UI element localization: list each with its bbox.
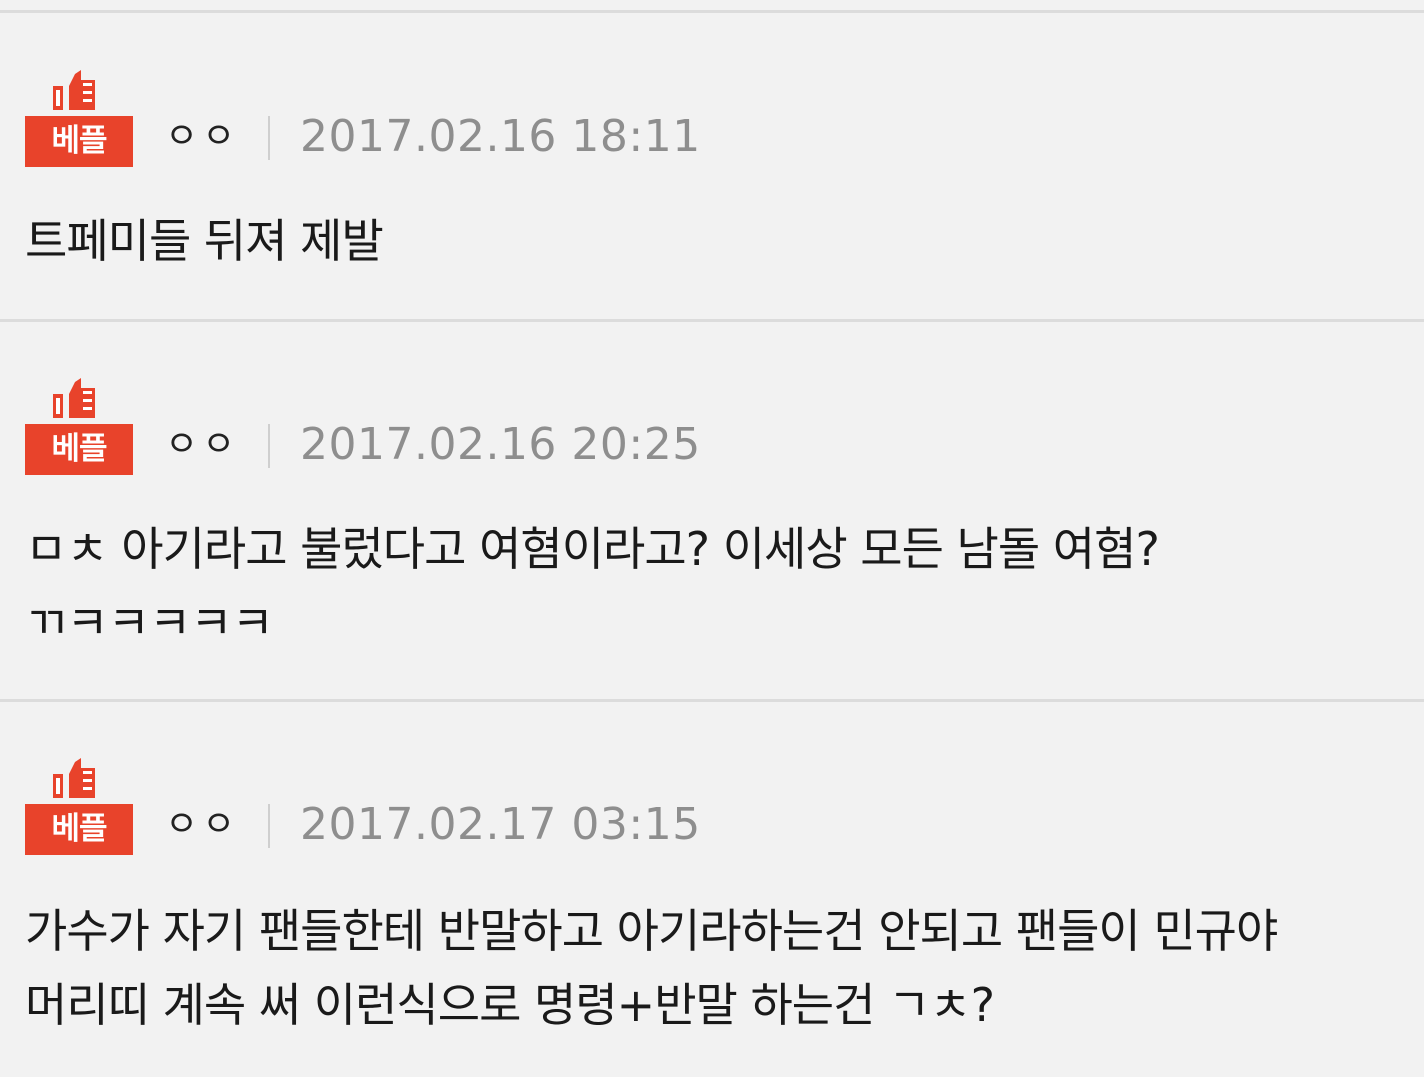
badge-label: 베플 bbox=[51, 431, 107, 467]
comment-text: 트페미들 뒤져 제발 bbox=[25, 214, 384, 268]
username[interactable]: ㅇㅇ bbox=[165, 112, 239, 162]
comment-meta: 베플 ㅇㅇ 2017.02.16 20:25 bbox=[25, 374, 1385, 484]
meta-separator bbox=[268, 116, 270, 160]
best-reply-badge: 베플 bbox=[25, 374, 133, 482]
comment-text: ㅁㅊ 아기라고 불렀다고 여혐이라고? 이세상 모든 남돌 여혐?ㄲㅋㅋㅋㅋㅋ bbox=[25, 522, 1160, 650]
timestamp: 2017.02.16 20:25 bbox=[300, 419, 701, 470]
best-reply-badge: 베플 bbox=[25, 66, 133, 174]
best-reply-badge: 베플 bbox=[25, 754, 133, 862]
username[interactable]: ㅇㅇ bbox=[165, 800, 239, 850]
username[interactable]: ㅇㅇ bbox=[165, 420, 239, 470]
badge-label: 베플 bbox=[51, 811, 107, 847]
badge-label: 베플 bbox=[51, 123, 107, 159]
timestamp: 2017.02.17 03:15 bbox=[300, 799, 701, 850]
comment-meta: 베플 ㅇㅇ 2017.02.17 03:15 bbox=[25, 754, 1385, 864]
divider bbox=[0, 699, 1424, 702]
meta-separator bbox=[268, 804, 270, 848]
meta-separator bbox=[268, 424, 270, 468]
comment-feed: 베플 ㅇㅇ 2017.02.16 18:11 트페미들 뒤져 제발 베플 ㅇㅇ … bbox=[0, 0, 1424, 1077]
divider bbox=[0, 319, 1424, 322]
timestamp: 2017.02.16 18:11 bbox=[300, 111, 701, 162]
comment-text: 가수가 자기 팬들한테 반말하고 아기라하는건 안되고 팬들이 민규야 머리띠 … bbox=[25, 904, 1291, 1032]
comment-meta: 베플 ㅇㅇ 2017.02.16 18:11 bbox=[25, 66, 1385, 176]
divider bbox=[0, 10, 1424, 13]
